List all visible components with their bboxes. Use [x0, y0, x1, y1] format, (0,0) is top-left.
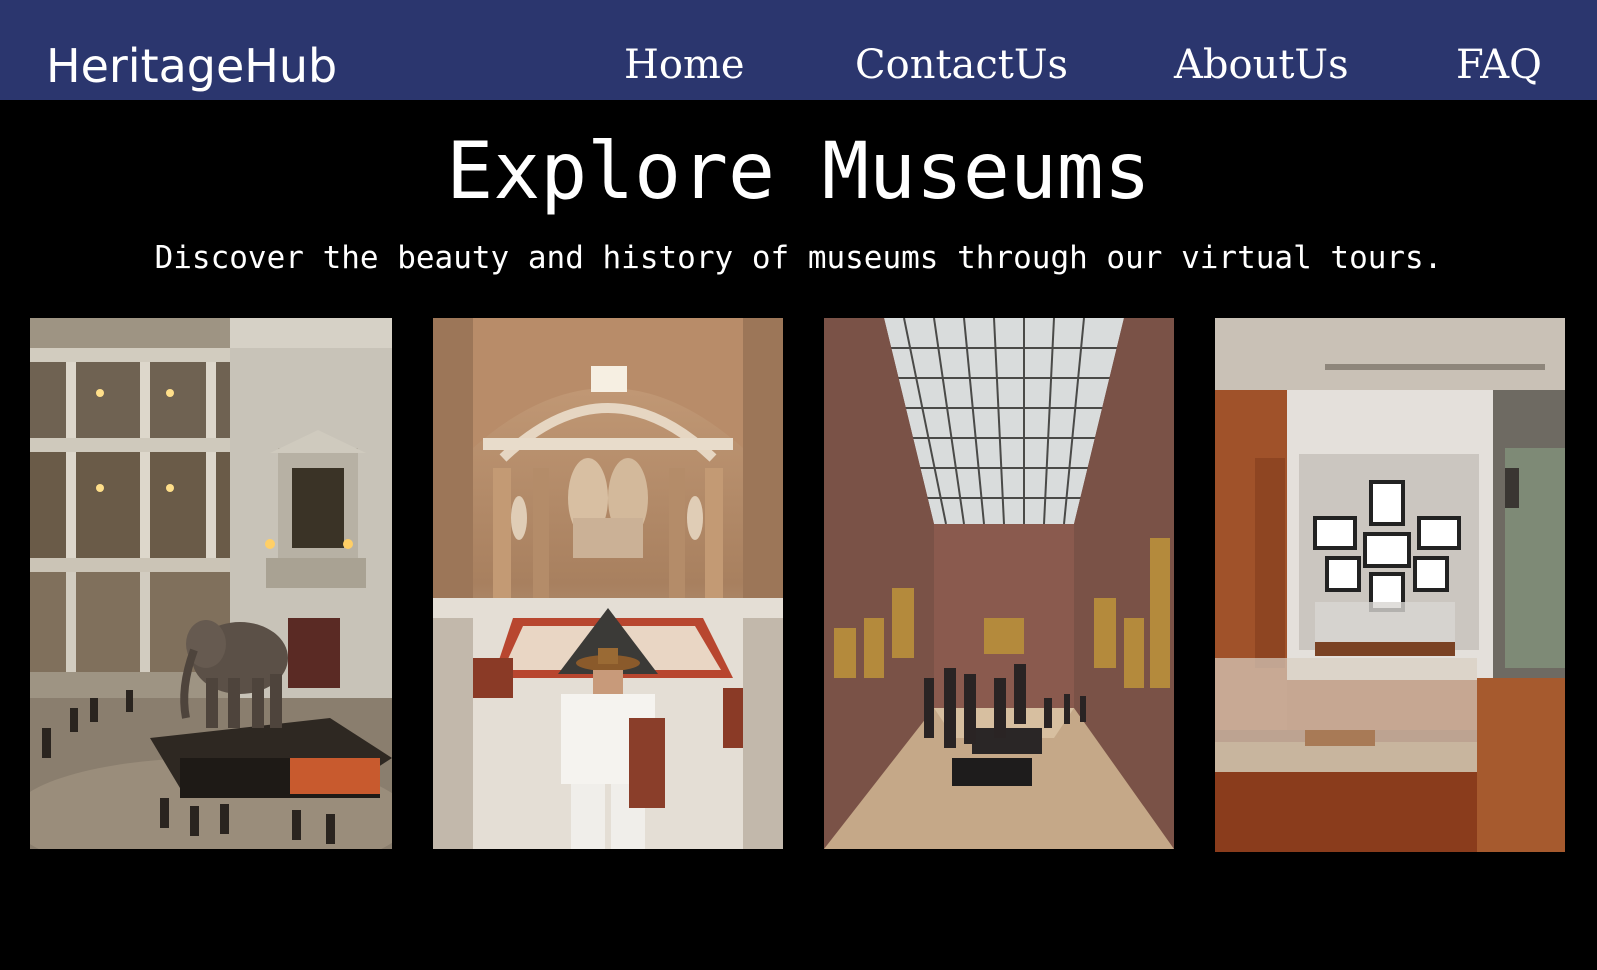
nav-link-home[interactable]: Home: [624, 38, 745, 92]
brand-logo[interactable]: HeritageHub: [46, 36, 337, 96]
framed-prints-exhibit-photo: [1215, 318, 1565, 852]
egyptian-museum-hall-photo: [433, 318, 783, 849]
museum-card-gallery[interactable]: [824, 318, 1174, 849]
skylit-painting-gallery-photo: [824, 318, 1174, 849]
museum-card-rotunda[interactable]: [30, 318, 392, 849]
museum-card-egyptian[interactable]: [433, 318, 783, 849]
nav-link-faq[interactable]: FAQ: [1456, 38, 1542, 92]
museum-rotunda-elephant-photo: [30, 318, 392, 849]
nav-link-about-us[interactable]: AboutUs: [1174, 38, 1349, 92]
top-navbar: HeritageHub Home ContactUs AboutUs FAQ: [0, 0, 1597, 100]
page-title: Explore Museums: [446, 127, 1151, 217]
page-subtitle: Discover the beauty and history of museu…: [154, 240, 1443, 276]
museum-card-prints[interactable]: [1215, 318, 1565, 852]
nav-link-contact-us[interactable]: ContactUs: [855, 38, 1068, 92]
